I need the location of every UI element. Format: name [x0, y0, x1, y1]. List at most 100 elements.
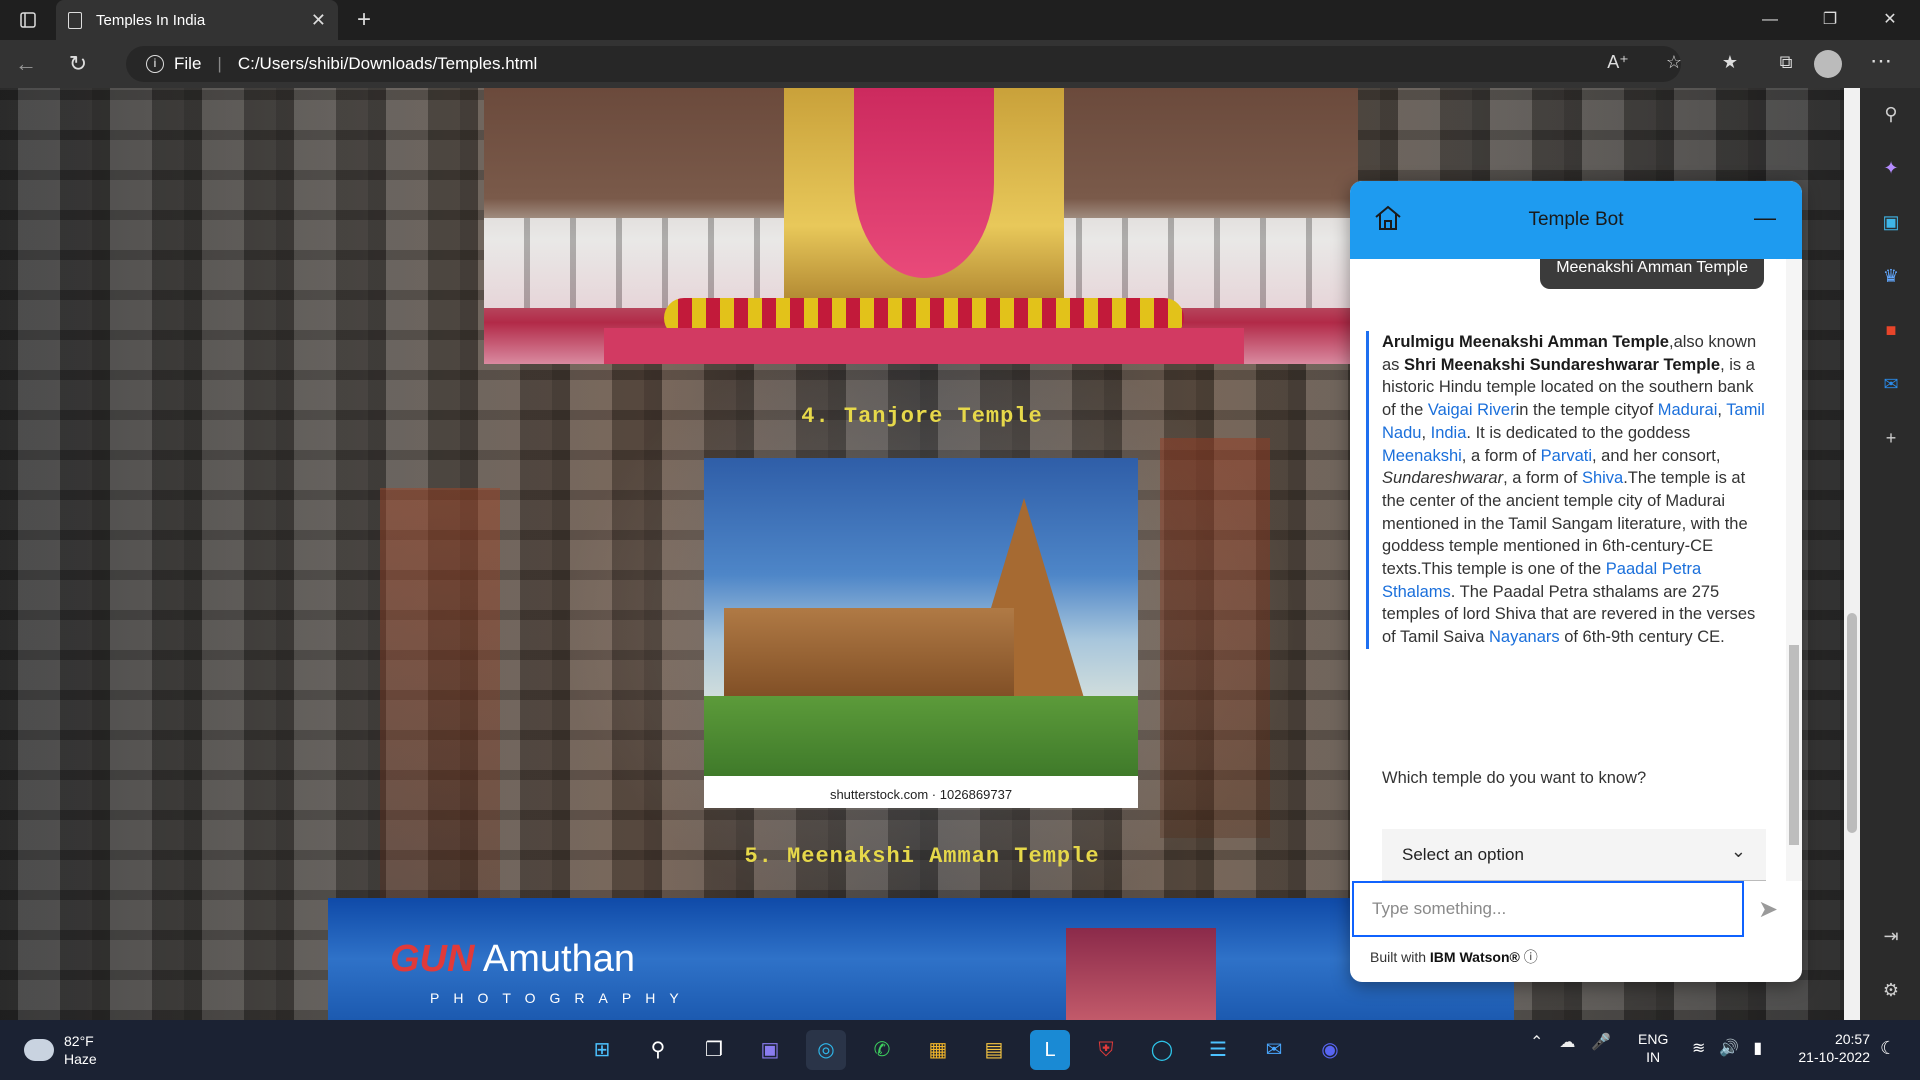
msg-italic: Sundareshwarar — [1382, 469, 1504, 488]
chat-scrollbar-thumb[interactable] — [1789, 645, 1799, 845]
shirdi-temple-image — [484, 88, 1358, 364]
page-scrollbar-thumb[interactable] — [1847, 613, 1857, 833]
image-idol — [854, 88, 994, 278]
windows-taskbar: 82°F Haze ⊞ ⚲ ❐ ▣ ◎ ✆ ▦ ▤ L ⛨ ◯ ☰ ✉ ◉ ⌃ … — [0, 1020, 1920, 1080]
collections-icon[interactable]: ⧉ — [1758, 52, 1814, 73]
home-icon[interactable] — [1374, 205, 1402, 231]
language-indicator[interactable]: ENG IN — [1638, 1030, 1668, 1066]
tab-close-button[interactable]: ✕ — [311, 10, 326, 31]
task-view-icon[interactable]: ❐ — [694, 1030, 734, 1070]
store-icon[interactable]: ▦ — [918, 1030, 958, 1070]
chatbot-title: Temple Bot — [1528, 209, 1624, 230]
lync-l-icon[interactable]: L — [1030, 1030, 1070, 1070]
weather-haze-icon — [24, 1039, 54, 1061]
weather-widget[interactable]: 82°F Haze — [24, 1032, 97, 1068]
favorites-icon[interactable]: ★ — [1702, 52, 1758, 73]
chevron-down-icon: ⌄ — [1730, 841, 1746, 861]
search-icon[interactable]: ⚲ — [1880, 104, 1902, 126]
file-explorer-icon[interactable]: ▤ — [974, 1030, 1014, 1070]
link-india[interactable]: India — [1431, 424, 1467, 442]
close-window-button[interactable]: ✕ — [1860, 0, 1920, 40]
notepad-icon[interactable]: ☰ — [1198, 1030, 1238, 1070]
url-text: C:/Users/shibi/Downloads/Temples.html — [237, 54, 538, 73]
mail-icon[interactable]: ✉ — [1254, 1030, 1294, 1070]
user-message: Meenakshi Amman Temple — [1540, 259, 1764, 289]
link-meenakshi[interactable]: Meenakshi — [1382, 447, 1462, 465]
tab-actions-button[interactable] — [0, 0, 56, 40]
logo-brand: GUN — [390, 938, 475, 980]
bot-message: Arulmigu Meenakshi Amman Temple,also kno… — [1366, 331, 1766, 649]
info-icon[interactable]: ⓘ — [1524, 949, 1538, 965]
minimize-chat-button[interactable]: — — [1754, 205, 1776, 231]
built-with-prefix: Built with — [1370, 949, 1430, 965]
select-placeholder: Select an option — [1402, 844, 1524, 864]
url-field[interactable]: i File | C:/Users/shibi/Downloads/Temple… — [126, 46, 1681, 82]
volume-icon: 🔊 — [1719, 1040, 1740, 1057]
new-tab-button[interactable]: + — [344, 6, 384, 34]
address-bar-actions: A⁺ ☆ ★ ⧉ — [1590, 52, 1814, 73]
read-aloud-icon[interactable]: A⁺ — [1590, 52, 1646, 73]
add-favorite-icon[interactable]: ☆ — [1646, 52, 1702, 73]
temperature: 82°F — [64, 1033, 94, 1049]
notifications-icon[interactable]: ☾ — [1880, 1038, 1896, 1059]
chat-message-input[interactable]: Type something... — [1352, 881, 1744, 937]
chat-messages: Meenakshi Amman Temple Arulmigu Meenaksh… — [1350, 259, 1802, 881]
minimize-window-button[interactable]: — — [1740, 0, 1800, 40]
url-scheme-label: File — [174, 54, 202, 73]
microphone-icon[interactable]: 🎤 — [1591, 1032, 1611, 1052]
msg-text: , a form of — [1461, 446, 1541, 465]
background-rust-right — [1160, 438, 1270, 838]
tab-title: Temples In India — [96, 11, 206, 29]
settings-icon[interactable]: ⚙ — [1880, 980, 1902, 1002]
restore-window-button[interactable]: ❐ — [1800, 0, 1860, 40]
onedrive-cloud-icon[interactable]: ☁ — [1559, 1032, 1575, 1052]
whatsapp-icon[interactable]: ✆ — [862, 1030, 902, 1070]
temple-select-dropdown[interactable]: Select an option ⌄ — [1382, 829, 1766, 881]
teams-chat-icon[interactable]: ▣ — [750, 1030, 790, 1070]
sidebar-toggle-icon[interactable]: ⇥ — [1880, 926, 1902, 948]
image-lawn — [704, 696, 1138, 776]
start-icon[interactable]: ⊞ — [582, 1030, 622, 1070]
image-caption: shutterstock.com · 1026869737 — [704, 782, 1138, 808]
window-controls: — ❐ ✕ — [1740, 0, 1920, 40]
profile-avatar[interactable] — [1814, 50, 1842, 78]
chevron-up-icon[interactable]: ⌃ — [1530, 1032, 1543, 1052]
more-options-icon[interactable]: ⋯ — [1870, 48, 1892, 74]
send-icon[interactable]: ➤ — [1758, 895, 1778, 924]
refresh-button[interactable]: ↻ — [52, 51, 104, 77]
language-code: ENG — [1638, 1031, 1669, 1047]
link-vaigai-river[interactable]: Vaigai River — [1428, 401, 1516, 419]
msg-bold: Shri Meenakshi Sundareshwarar Temple — [1404, 355, 1721, 374]
link-shiva[interactable]: Shiva — [1582, 469, 1623, 487]
mcafee-icon[interactable]: ⛨ — [1086, 1030, 1126, 1070]
discover-icon[interactable]: ✦ — [1880, 158, 1902, 180]
clock[interactable]: 20:57 21-10-2022 — [1790, 1030, 1870, 1066]
link-nayanars[interactable]: Nayanars — [1489, 628, 1560, 646]
link-parvati[interactable]: Parvati — [1541, 447, 1592, 465]
search-icon[interactable]: ⚲ — [638, 1030, 678, 1070]
office-icon[interactable]: ■ — [1880, 320, 1902, 342]
msg-text: , and her consort, — [1592, 446, 1721, 465]
edge-icon[interactable]: ◎ — [806, 1030, 846, 1070]
games-icon[interactable]: ♛ — [1880, 266, 1902, 288]
discord-icon[interactable]: ◉ — [1310, 1030, 1350, 1070]
add-icon[interactable]: + — [1880, 428, 1902, 450]
back-button[interactable]: ← — [0, 51, 52, 77]
built-with-brand: IBM Watson® — [1429, 949, 1520, 965]
chat-scrollbar[interactable] — [1786, 259, 1802, 881]
outlook-icon[interactable]: ✉ — [1880, 374, 1902, 396]
msg-text: , — [1717, 401, 1727, 420]
info-icon[interactable]: i — [146, 55, 164, 73]
url-separator: | — [217, 54, 222, 73]
page-scrollbar[interactable] — [1844, 88, 1860, 1020]
msg-text: , — [1421, 423, 1431, 442]
browser-tab[interactable]: Temples In India ✕ — [56, 0, 338, 40]
cortana-icon[interactable]: ◯ — [1142, 1030, 1182, 1070]
shopping-icon[interactable]: ▣ — [1880, 212, 1902, 234]
quick-settings[interactable]: ≋ 🔊 ▮ — [1692, 1038, 1762, 1058]
chatbot-header: Temple Bot — — [1350, 181, 1802, 259]
msg-text: in the temple cityof — [1515, 401, 1658, 420]
msg-text: . It is dedicated to the goddess — [1466, 423, 1691, 442]
chatbot-window: Temple Bot — Meenakshi Amman Temple Arul… — [1350, 181, 1802, 982]
link-madurai[interactable]: Madurai — [1658, 401, 1718, 419]
